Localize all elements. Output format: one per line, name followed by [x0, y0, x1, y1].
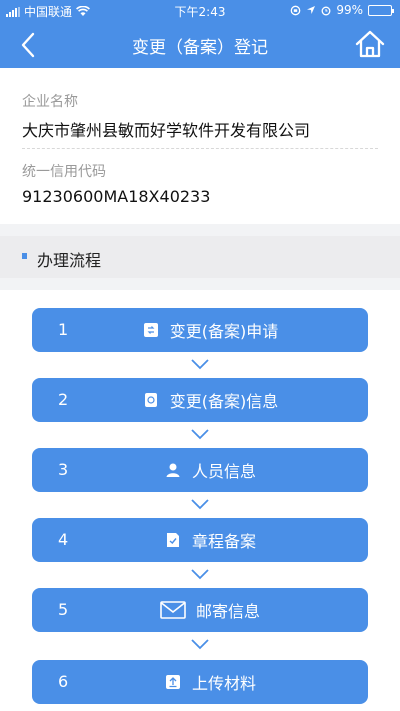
step-label: 变更(备案)申请 [169, 322, 279, 341]
chevron-down-icon [191, 639, 209, 650]
step-label: 章程备案 [191, 532, 256, 551]
process-steps: 1 变更(备案)申请 2 变更(备案)信息 3 人员信息 4 章程备案 5 邮寄… [0, 290, 400, 711]
upload-icon [164, 673, 182, 691]
document-check-icon [164, 531, 182, 549]
info-doc-icon [142, 391, 160, 409]
battery-percent: 99% [336, 3, 363, 17]
person-icon [164, 461, 182, 479]
step-4-button[interactable]: 4 章程备案 [32, 518, 368, 562]
mail-icon [160, 601, 186, 619]
alarm-icon [321, 6, 331, 15]
step-label: 邮寄信息 [195, 602, 260, 621]
chevron-down-icon [191, 359, 209, 370]
step-3-button[interactable]: 3 人员信息 [32, 448, 368, 492]
step-label: 上传材料 [191, 674, 256, 693]
credit-code-label: 统一信用代码 [22, 164, 106, 180]
step-6-button[interactable]: 6 上传材料 [32, 660, 368, 704]
divider [22, 148, 378, 149]
step-label: 变更(备案)信息 [169, 392, 279, 411]
navigation-bar: 变更（备案）登记 [0, 22, 400, 68]
step-label: 人员信息 [191, 462, 256, 481]
chevron-down-icon [191, 429, 209, 440]
section-title: 办理流程 [37, 251, 102, 270]
location-icon [307, 6, 316, 14]
step-2-button[interactable]: 2 变更(备案)信息 [32, 378, 368, 422]
company-name-value: 大庆市肇州县敏而好学软件开发有限公司 [22, 121, 311, 140]
company-info-card: 企业名称 大庆市肇州县敏而好学软件开发有限公司 统一信用代码 91230600M… [0, 68, 400, 224]
chevron-down-icon [191, 499, 209, 510]
home-icon[interactable] [354, 28, 386, 60]
step-1-button[interactable]: 1 变更(备案)申请 [32, 308, 368, 352]
step-5-button[interactable]: 5 邮寄信息 [32, 588, 368, 632]
rotation-lock-icon [290, 5, 301, 15]
credit-code-value: 91230600MA18X40233 [22, 187, 211, 206]
header-bar: 中国联通 下午2:43 99% 变更（备案）登记 [0, 0, 400, 68]
process-section-header: 办理流程 [0, 236, 400, 278]
page-title: 变更（备案）登记 [132, 38, 268, 58]
company-name-label: 企业名称 [22, 94, 78, 110]
status-bar: 中国联通 下午2:43 99% [0, 0, 400, 22]
application-icon [142, 321, 160, 339]
chevron-down-icon [191, 569, 209, 580]
section-marker [22, 253, 27, 259]
battery-icon [368, 4, 394, 16]
